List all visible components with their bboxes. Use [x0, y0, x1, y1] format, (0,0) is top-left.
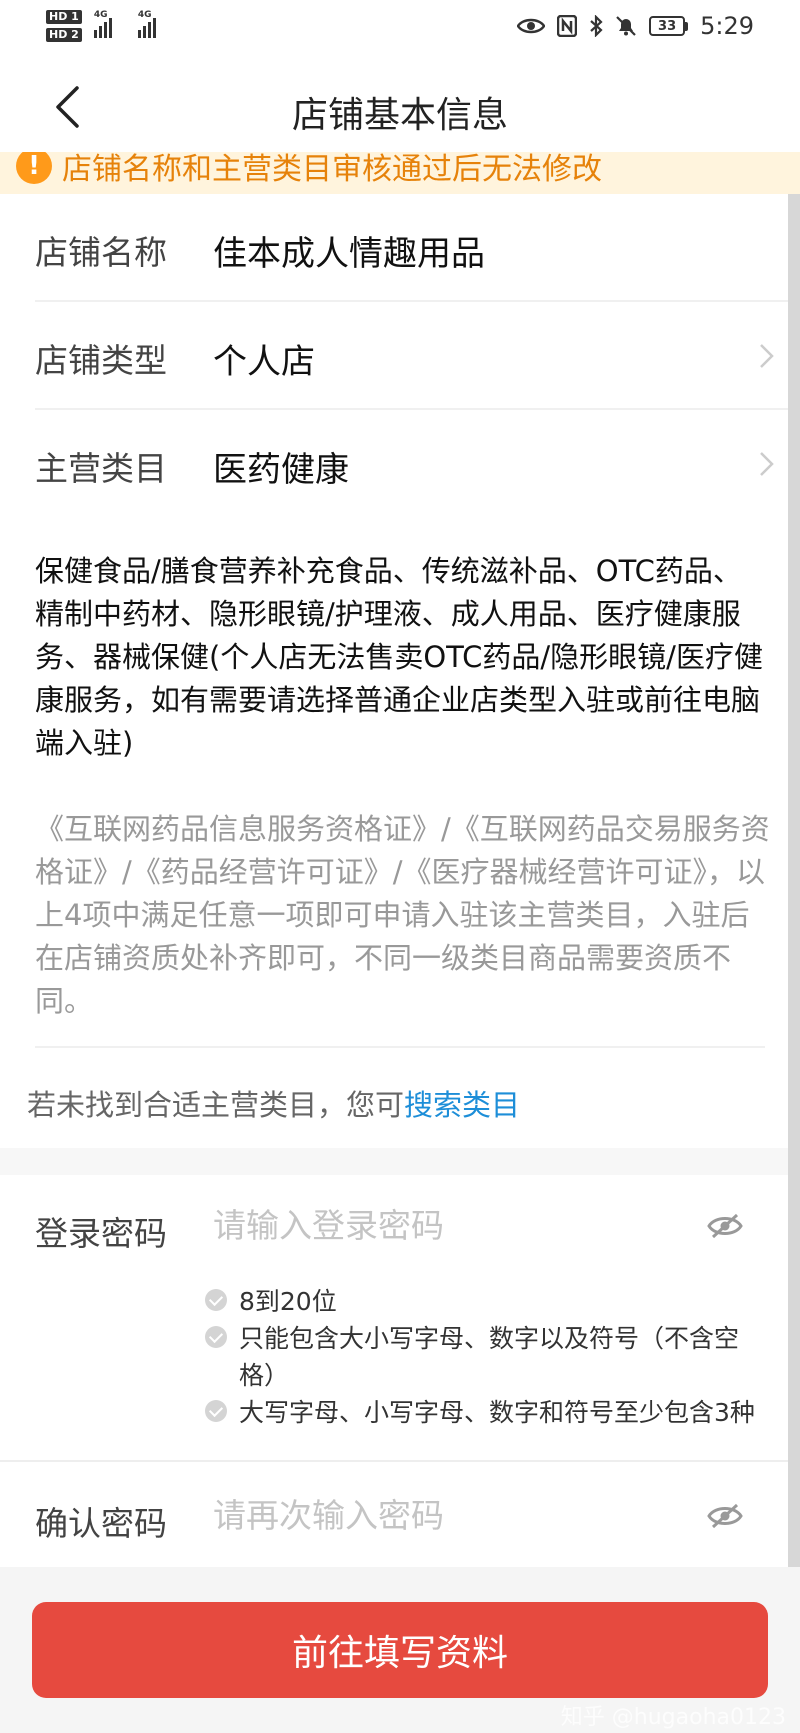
check-circle-icon — [205, 1400, 227, 1422]
password-rules: 8到20位 只能包含大小写字母、数字以及符号（不含空格） 大写字母、小写字母、数… — [205, 1283, 765, 1431]
confirm-password-label: 确认密码 — [35, 1504, 167, 1543]
store-name-label: 店铺名称 — [35, 233, 167, 272]
login-password-input[interactable] — [213, 1201, 713, 1249]
qualification-description: 《互联网药品信息服务资格证》/《互联网药品交易服务资格证》/《药品经营许可证》/… — [35, 812, 770, 1018]
warning-text: 店铺名称和主营类目审核通过后无法修改 — [62, 152, 602, 187]
login-password-label: 登录密码 — [35, 1214, 167, 1253]
password-rule-text: 大写字母、小写字母、数字和符号至少包含3种 — [239, 1398, 755, 1427]
page-title: 店铺基本信息 — [291, 95, 508, 136]
category-description: 保健食品/膳食营养补充食品、传统滋补品、OTC药品、精制中药材、隐形眼镜/护理液… — [35, 554, 763, 760]
nfc-icon — [557, 15, 578, 37]
divider — [35, 1046, 765, 1048]
store-type-value: 个人店 — [213, 342, 315, 382]
check-circle-icon — [205, 1326, 227, 1348]
store-name-row: 店铺名称 佳本成人情趣用品 — [35, 194, 788, 302]
signal-icon: 4G — [93, 10, 126, 38]
footer: 前往填写资料 知乎 @hugaoha0123 — [0, 1567, 800, 1733]
store-type-row[interactable]: 店铺类型 个人店 — [35, 302, 788, 410]
eye-off-icon[interactable] — [707, 1503, 743, 1529]
mute-bell-icon — [615, 15, 637, 37]
main-category-label: 主营类目 — [35, 449, 167, 488]
eye-off-icon[interactable] — [707, 1213, 743, 1239]
network-type-1: 4G — [93, 10, 108, 20]
chevron-right-icon — [760, 452, 774, 476]
signal-icon: 4G — [137, 10, 170, 38]
network-type-2: 4G — [137, 10, 152, 20]
main-category-value: 医药健康 — [213, 450, 349, 490]
password-rule-text: 8到20位 — [239, 1287, 337, 1316]
sim1-badge: HD 1 — [46, 10, 82, 24]
fill-info-button[interactable]: 前往填写资料 — [32, 1602, 768, 1698]
main-category-row[interactable]: 主营类目 医药健康 — [35, 410, 788, 518]
clock: 5:29 — [700, 12, 754, 40]
battery-level: 33 — [649, 16, 686, 36]
eye-icon — [517, 17, 546, 35]
divider — [0, 1460, 788, 1462]
confirm-password-input[interactable] — [213, 1491, 713, 1539]
password-rule-text: 只能包含大小写字母、数字以及符号（不含空格） — [239, 1324, 740, 1390]
search-hint-text: 若未找到合适主营类目，您可 — [27, 1088, 405, 1122]
sim2-badge: HD 2 — [46, 28, 82, 42]
search-hint: 若未找到合适主营类目，您可搜索类目 — [27, 1082, 520, 1124]
store-type-label: 店铺类型 — [35, 341, 167, 380]
confirm-password-row: 确认密码 — [35, 1465, 765, 1555]
status-bar: HD 1 HD 2 4G 4G 33 5:29 — [0, 0, 800, 62]
warning-icon: ! — [16, 152, 52, 184]
store-name-value: 佳本成人情趣用品 — [213, 234, 485, 274]
password-rule: 大写字母、小写字母、数字和符号至少包含3种 — [205, 1394, 765, 1431]
status-icons: 33 5:29 — [517, 12, 754, 40]
check-circle-icon — [205, 1289, 227, 1311]
login-password-row: 登录密码 — [35, 1175, 765, 1265]
app-screen: HD 1 HD 2 4G 4G 33 5:29 店铺基本信息 ! 店铺名称和主营… — [0, 0, 800, 1733]
bluetooth-icon — [589, 15, 603, 37]
signal-group: HD 1 HD 2 4G 4G — [46, 10, 170, 42]
warning-banner: ! 店铺名称和主营类目审核通过后无法修改 — [0, 152, 800, 194]
scrollbar[interactable] — [788, 194, 800, 1733]
store-info-card: 店铺名称 佳本成人情趣用品 店铺类型 个人店 主营类目 医药健康 保健食品/膳食… — [0, 194, 788, 1148]
password-rule: 8到20位 — [205, 1283, 765, 1320]
nav-bar: 店铺基本信息 — [0, 62, 800, 152]
password-rule: 只能包含大小写字母、数字以及符号（不含空格） — [205, 1320, 765, 1394]
watermark: 知乎 @hugaoha0123 — [560, 1705, 786, 1730]
battery-icon: 33 — [649, 16, 689, 36]
password-card: 登录密码 8到20位 只能包含大小写字母、数字以及符号（不含空格） 大写字母、小… — [0, 1175, 788, 1567]
search-category-link[interactable]: 搜索类目 — [404, 1088, 520, 1122]
chevron-right-icon — [760, 344, 774, 368]
